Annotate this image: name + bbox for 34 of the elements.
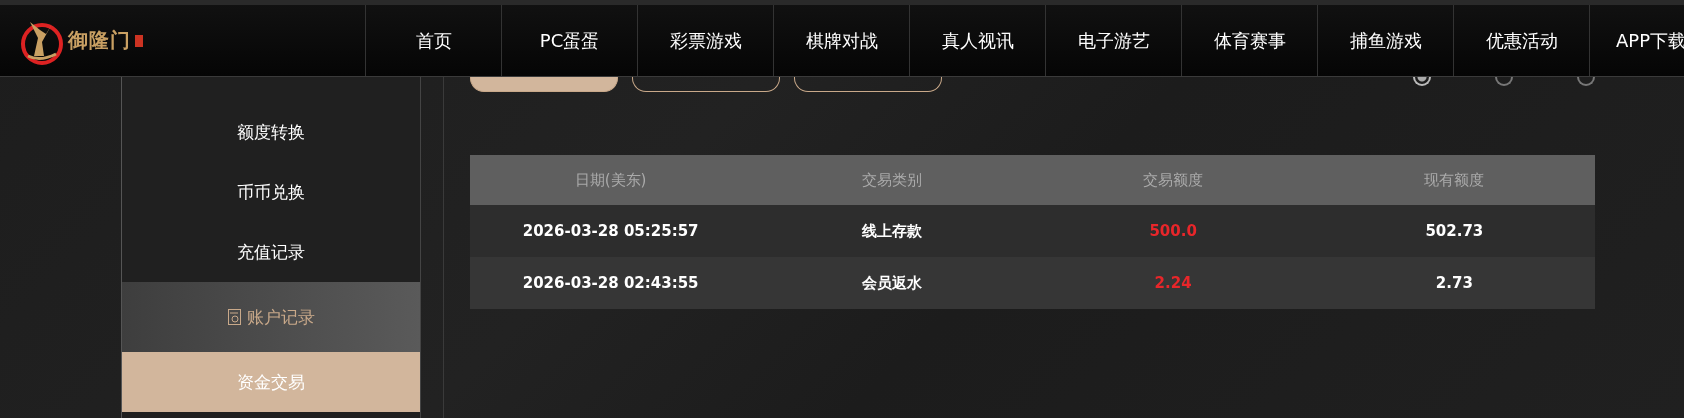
nav-link[interactable]: 首页: [365, 5, 501, 76]
filter-button[interactable]: [470, 77, 618, 92]
ledger-icon: [227, 309, 241, 325]
radio-button[interactable]: [1413, 77, 1431, 86]
nav-link[interactable]: 捕鱼游戏: [1317, 5, 1453, 76]
table-cell-text: 会员返水: [860, 272, 923, 294]
table-cell-text: 500.0: [1148, 221, 1198, 242]
nav-link[interactable]: 真人视讯: [909, 5, 1045, 76]
table-cell-text: 2026-03-28 02:43:55: [521, 273, 700, 294]
nav-link[interactable]: 优惠活动: [1453, 5, 1589, 76]
column-header: 交易类别: [860, 169, 923, 191]
nav-link[interactable]: PC蛋蛋: [501, 5, 637, 76]
nav-link[interactable]: 棋牌对战: [773, 5, 909, 76]
nav-link[interactable]: 彩票游戏: [637, 5, 773, 76]
column-header: 交易额度: [1142, 169, 1205, 191]
filter-button[interactable]: [794, 77, 942, 92]
table-cell-text: 502.73: [1424, 221, 1485, 242]
nav-link[interactable]: 电子游艺: [1045, 5, 1181, 76]
column-header: 日期(美东): [573, 169, 648, 191]
table-cell-text: 2026-03-28 05:25:57: [521, 221, 700, 242]
table-cell-text: 2.73: [1434, 273, 1474, 294]
sidebar-item[interactable]: 账户记录: [122, 282, 420, 352]
seal-icon: [135, 34, 143, 47]
filter-button[interactable]: [632, 77, 780, 92]
nav-link[interactable]: 体育赛事: [1181, 5, 1317, 76]
sidebar-item[interactable]: 充值记录: [122, 222, 420, 282]
table-cell-text: 2.24: [1153, 273, 1193, 294]
radio-button[interactable]: [1495, 77, 1513, 86]
sidebar-item[interactable]: 币币兑换: [122, 162, 420, 222]
radio-button[interactable]: [1577, 77, 1595, 86]
sidebar-item[interactable]: 额度转换: [122, 102, 420, 162]
table-cell-text: 线上存款: [860, 220, 923, 242]
logo-text: 御隆门: [68, 27, 131, 54]
column-header: 现有额度: [1423, 169, 1486, 191]
